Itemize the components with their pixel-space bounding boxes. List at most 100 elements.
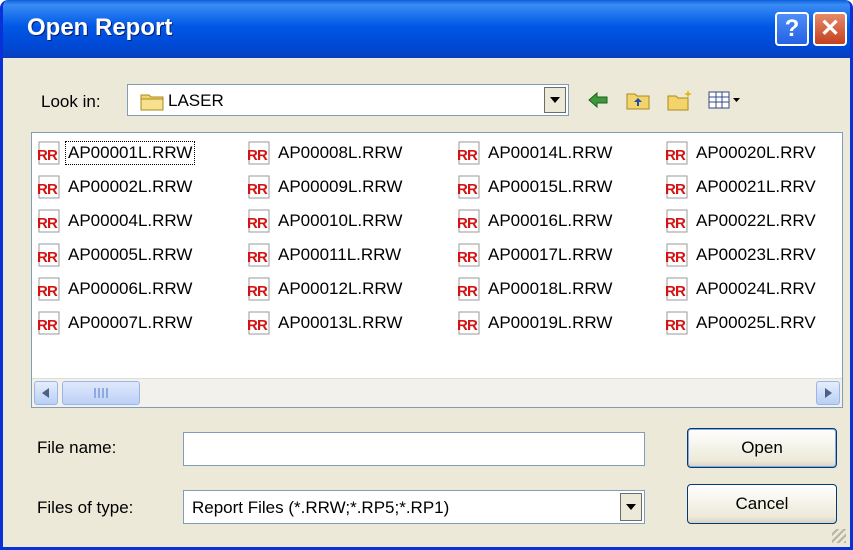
- files-of-type-label: Files of type:: [37, 498, 134, 517]
- file-name-text: AP00018L.RRW: [488, 279, 613, 298]
- file-item[interactable]: R R AP00013L.RRW: [246, 309, 404, 337]
- file-name-text: AP00020L.RRV: [696, 143, 816, 162]
- new-folder-button[interactable]: [665, 86, 695, 114]
- file-name-text: AP00013L.RRW: [278, 313, 403, 332]
- title-bar[interactable]: Open Report ? ✕: [3, 0, 850, 58]
- file-list[interactable]: R R AP00001L.RRW R R AP00002L.RRW R R AP00004L.R…: [31, 132, 843, 408]
- file-item[interactable]: R R AP00020L.RRV: [664, 139, 818, 167]
- file-item[interactable]: R R AP00014L.RRW: [456, 139, 614, 167]
- file-item[interactable]: R R AP00007L.RRW: [36, 309, 194, 337]
- open-button[interactable]: Open: [687, 428, 837, 468]
- file-item[interactable]: R R AP00021L.RRV: [664, 173, 818, 201]
- file-item[interactable]: R R AP00017L.RRW: [456, 241, 614, 269]
- file-name-text: AP00014L.RRW: [488, 143, 613, 162]
- svg-text:R: R: [675, 181, 686, 198]
- svg-text:R: R: [47, 283, 58, 300]
- rrw-report-icon: RR: [456, 276, 484, 302]
- look-in-dropdown[interactable]: LASER: [127, 84, 569, 116]
- svg-text:R: R: [467, 249, 478, 266]
- new-folder-icon: [667, 90, 692, 111]
- close-icon: ✕: [819, 15, 841, 42]
- svg-text:R: R: [467, 317, 478, 334]
- file-name-text: AP00008L.RRW: [278, 143, 403, 162]
- file-item[interactable]: R R AP00022L.RRV: [664, 207, 818, 235]
- chevron-right-icon: [825, 388, 832, 398]
- file-name-text: AP00005L.RRW: [68, 245, 193, 264]
- svg-text:R: R: [47, 215, 58, 232]
- rrw-report-icon: RR: [664, 242, 692, 268]
- svg-text:R: R: [675, 249, 686, 266]
- file-name-text: AP00025L.RRV: [696, 313, 816, 332]
- file-item[interactable]: R R AP00018L.RRW: [456, 275, 614, 303]
- chevron-left-icon: [42, 388, 49, 398]
- file-item[interactable]: R R AP00005L.RRW: [36, 241, 194, 269]
- file-name-text: AP00007L.RRW: [68, 313, 193, 332]
- look-in-value: LASER: [168, 91, 224, 110]
- view-menu-icon: [708, 91, 740, 109]
- file-item[interactable]: R R AP00024L.RRV: [664, 275, 818, 303]
- file-item[interactable]: R R AP00002L.RRW: [36, 173, 194, 201]
- cancel-button[interactable]: Cancel: [687, 484, 837, 524]
- file-name-text: AP00023L.RRV: [696, 245, 816, 264]
- rrw-report-icon: RR: [456, 242, 484, 268]
- view-menu-button[interactable]: [705, 86, 745, 114]
- back-button[interactable]: [583, 86, 613, 114]
- svg-text:R: R: [675, 215, 686, 232]
- svg-text:R: R: [47, 147, 58, 164]
- file-items: R R AP00001L.RRW R R AP00002L.RRW R R AP00004L.R…: [32, 133, 842, 369]
- svg-text:R: R: [257, 181, 268, 198]
- rrw-report-icon: RR: [456, 208, 484, 234]
- file-name-text: AP00006L.RRW: [68, 279, 193, 298]
- rrw-report-icon: RR: [36, 276, 64, 302]
- rrw-report-icon: RR: [664, 208, 692, 234]
- rrw-report-icon: RR: [246, 310, 274, 336]
- grip-icon: [94, 388, 108, 398]
- file-item[interactable]: R R AP00023L.RRV: [664, 241, 818, 269]
- file-item[interactable]: R R AP00012L.RRW: [246, 275, 404, 303]
- rrw-report-icon: RR: [36, 208, 64, 234]
- scroll-right-button[interactable]: [816, 381, 840, 405]
- file-item[interactable]: R R AP00019L.RRW: [456, 309, 614, 337]
- scroll-left-button[interactable]: [34, 381, 58, 405]
- rrw-report-icon: RR: [246, 276, 274, 302]
- file-name-text: AP00002L.RRW: [68, 177, 193, 196]
- question-mark-icon: ?: [784, 15, 800, 42]
- dialog-title: Open Report: [27, 14, 173, 41]
- up-folder-button[interactable]: [623, 86, 653, 114]
- rrw-report-icon: RR: [246, 242, 274, 268]
- rrw-report-icon: RR: [36, 174, 64, 200]
- file-item[interactable]: R R AP00008L.RRW: [246, 139, 404, 167]
- look-in-dropdown-button[interactable]: [544, 87, 566, 113]
- file-item[interactable]: R R AP00009L.RRW: [246, 173, 404, 201]
- svg-text:R: R: [257, 147, 268, 164]
- file-name-label: File name:: [37, 438, 117, 457]
- look-in-label: Look in:: [41, 92, 101, 111]
- file-item[interactable]: R R AP00016L.RRW: [456, 207, 614, 235]
- file-name-text: AP00015L.RRW: [488, 177, 613, 196]
- file-item[interactable]: R R AP00001L.RRW: [36, 139, 196, 167]
- svg-text:R: R: [47, 181, 58, 198]
- svg-text:R: R: [257, 283, 268, 300]
- file-item[interactable]: R R AP00011L.RRW: [246, 241, 403, 269]
- rrw-report-icon: RR: [246, 174, 274, 200]
- folder-icon: [140, 91, 164, 116]
- close-button[interactable]: ✕: [813, 12, 847, 46]
- file-item[interactable]: R R AP00015L.RRW: [456, 173, 614, 201]
- file-item[interactable]: R R AP00006L.RRW: [36, 275, 194, 303]
- help-button[interactable]: ?: [775, 12, 809, 46]
- svg-text:R: R: [467, 147, 478, 164]
- file-item[interactable]: R R AP00010L.RRW: [246, 207, 404, 235]
- resize-grip[interactable]: [832, 529, 846, 543]
- file-item[interactable]: R R AP00025L.RRV: [664, 309, 818, 337]
- file-name-text: AP00012L.RRW: [278, 279, 403, 298]
- svg-text:R: R: [675, 283, 686, 300]
- file-name-text: AP00009L.RRW: [278, 177, 403, 196]
- files-of-type-dropdown[interactable]: Report Files (*.RRW;*.RP5;*.RP1): [183, 490, 645, 524]
- scrollbar-thumb[interactable]: [62, 381, 140, 405]
- files-of-type-dropdown-button[interactable]: [620, 493, 642, 521]
- file-item[interactable]: R R AP00004L.RRW: [36, 207, 194, 235]
- files-of-type-value: Report Files (*.RRW;*.RP5;*.RP1): [192, 498, 450, 517]
- horizontal-scrollbar[interactable]: [32, 378, 842, 407]
- file-name-input[interactable]: [183, 432, 645, 466]
- svg-text:R: R: [467, 181, 478, 198]
